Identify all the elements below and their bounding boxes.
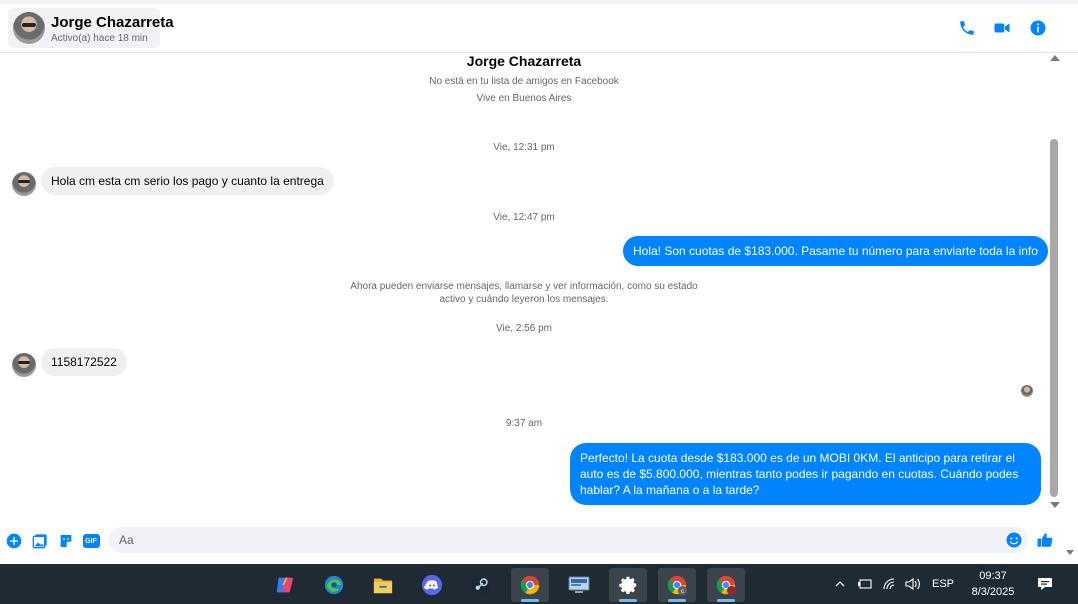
info-icon[interactable] — [1028, 18, 1048, 38]
message-incoming[interactable]: Hola cm esta cm serio los pago y cuanto … — [41, 167, 334, 195]
seen-avatar — [1021, 385, 1033, 397]
notice-line: activo y cuándo leyeron los mensajes. — [439, 294, 609, 305]
gif-icon[interactable]: GIF — [82, 532, 100, 550]
wifi-icon[interactable] — [882, 564, 898, 604]
message-list[interactable]: Jorge Chazarreta No está en tu lista de … — [0, 53, 1048, 522]
contact-name: Jorge Chazarreta — [51, 14, 174, 31]
chat-header: Jorge Chazarreta Activo(a) hace 18 min — [0, 4, 1078, 53]
composer: GIF — [0, 522, 1078, 564]
avatar — [12, 172, 36, 196]
chrome-profile-active-icon[interactable] — [707, 568, 745, 602]
clock-date: 8/3/2025 — [971, 586, 1015, 598]
steam-icon[interactable] — [462, 568, 500, 602]
profile-friend-status: No está en tu lista de amigos en Faceboo… — [429, 76, 619, 87]
message-line: auto es de $5.800.000, mientras tanto po… — [580, 467, 1019, 481]
notice-line: Ahora pueden enviarse mensajes, llamarse… — [350, 281, 698, 292]
like-icon[interactable] — [1036, 531, 1054, 549]
contact-status: Activo(a) hace 18 min — [51, 33, 148, 44]
scroll-up-arrow[interactable] — [1050, 55, 1060, 61]
message-line: hablar? A la mañana o a la tarde? — [580, 483, 760, 497]
gif-label: GIF — [82, 534, 100, 548]
avatar — [12, 353, 36, 377]
messenger-window: Jorge Chazarreta Activo(a) hace 18 min J… — [0, 0, 1078, 564]
chrome-profile-c-icon[interactable]: c — [658, 568, 696, 602]
profile-name: Jorge Chazarreta — [466, 53, 582, 69]
avatar — [13, 12, 45, 44]
emoji-icon[interactable] — [1005, 531, 1023, 549]
scrollbar[interactable] — [1048, 53, 1062, 513]
battery-plug-icon[interactable] — [857, 564, 873, 604]
timestamp: Vie, 2:56 pm — [496, 323, 552, 334]
language-indicator[interactable]: ESP — [932, 564, 954, 604]
volume-icon[interactable] — [904, 564, 922, 604]
plus-icon[interactable] — [5, 532, 23, 550]
connection-notice: Ahora pueden enviarse mensajes, llamarse… — [0, 280, 1048, 306]
message-incoming[interactable]: 1158172522 — [41, 348, 127, 376]
scroll-down-arrow[interactable] — [1050, 502, 1060, 508]
chrome-icon[interactable] — [511, 568, 549, 602]
timestamp: 9:37 am — [505, 418, 543, 429]
tray-chevron-icon[interactable] — [834, 564, 846, 604]
message-input[interactable] — [109, 527, 999, 553]
message-input-wrap[interactable] — [109, 527, 1028, 553]
phone-icon[interactable] — [957, 18, 977, 38]
image-icon[interactable] — [31, 532, 49, 550]
clock[interactable]: 09:37 8/3/2025 — [960, 568, 1026, 600]
scroll-down-arrow[interactable] — [1066, 550, 1074, 555]
control-panel-icon[interactable] — [560, 568, 598, 602]
scroll-thumb[interactable] — [1050, 139, 1058, 497]
edge-icon[interactable] — [315, 568, 353, 602]
clock-time: 09:37 — [979, 570, 1007, 582]
message-outgoing[interactable]: Perfecto! La cuota desde $183.000 es de … — [570, 443, 1041, 505]
sticker-icon[interactable] — [57, 532, 75, 550]
timestamp: Vie, 12:31 pm — [493, 142, 555, 153]
copilot-icon[interactable] — [266, 568, 304, 602]
notifications-icon[interactable] — [1036, 564, 1054, 604]
file-explorer-icon[interactable] — [364, 568, 402, 602]
message-outgoing[interactable]: Hola! Son cuotas de $183.000. Pasame tu … — [623, 236, 1048, 266]
settings-icon[interactable] — [609, 568, 647, 602]
discord-icon[interactable] — [413, 568, 451, 602]
message-line: Perfecto! La cuota desde $183.000 es de … — [580, 451, 1015, 465]
contact-chip[interactable]: Jorge Chazarreta Activo(a) hace 18 min — [8, 8, 174, 48]
timestamp: Vie, 12:47 pm — [493, 212, 555, 223]
taskbar: c ESP 09:37 8/3/2025 — [0, 564, 1078, 604]
profile-location: Vive en Buenos Aires — [476, 93, 572, 104]
video-icon[interactable] — [992, 18, 1012, 38]
